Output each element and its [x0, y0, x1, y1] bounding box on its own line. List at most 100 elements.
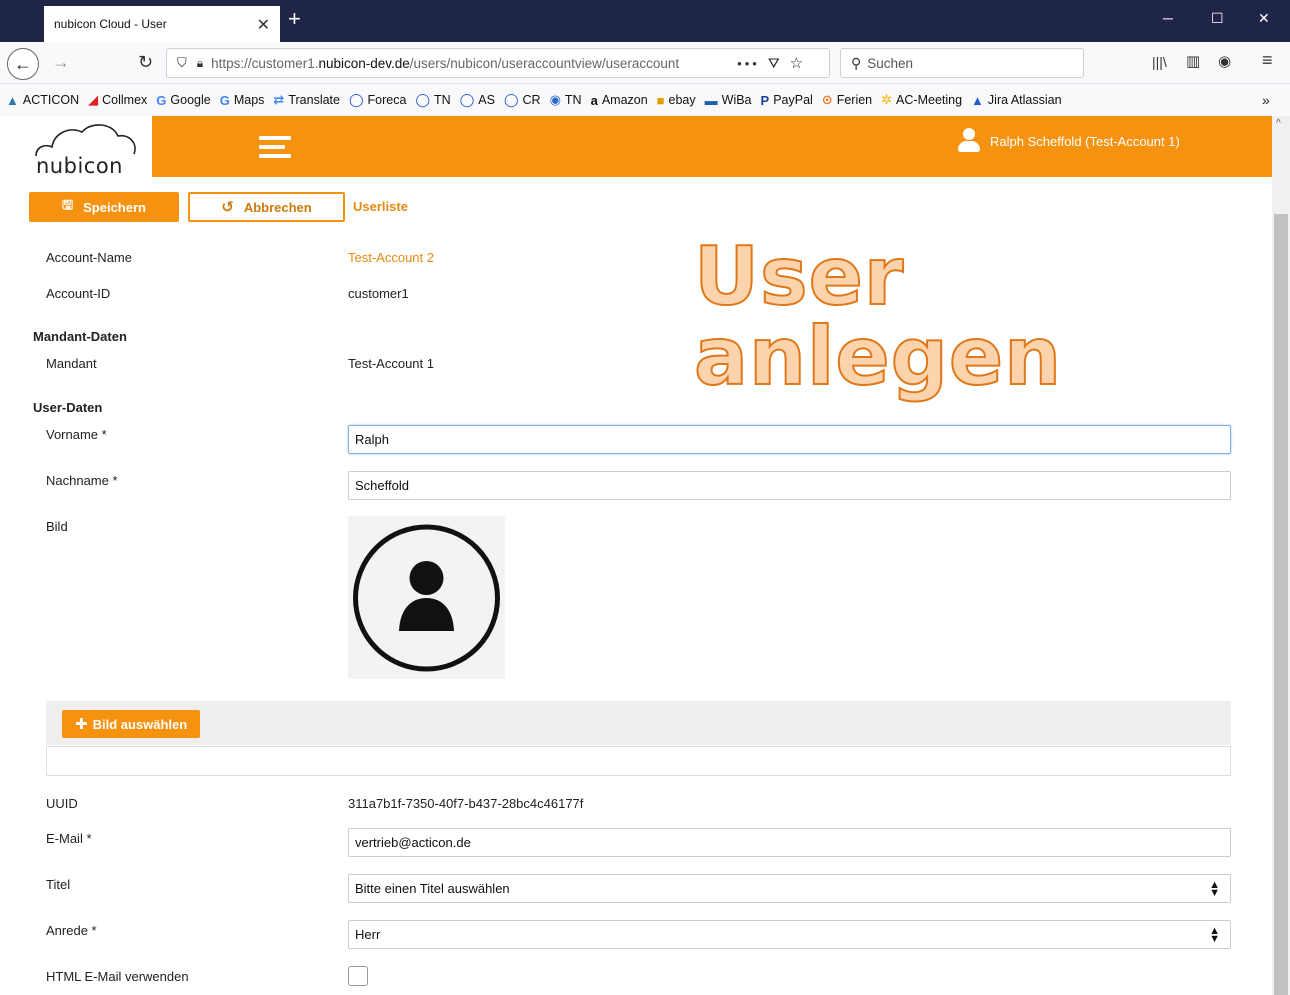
paypal-icon: P	[760, 92, 770, 108]
avatar-preview	[348, 516, 505, 679]
window-close-icon[interactable]: ✕	[1258, 10, 1270, 27]
mandant-value: Test-Account 1	[348, 356, 434, 371]
bookmark-item[interactable]: ▬ WiBa	[705, 93, 752, 108]
browser-tab[interactable]: nubicon Cloud - User ✕	[44, 6, 280, 42]
sidebar-icon[interactable]: ▥	[1186, 52, 1200, 70]
bookmark-label: Translate	[288, 93, 340, 107]
save-button[interactable]: 🖫︎ Speichern	[29, 192, 179, 222]
bookmark-item[interactable]: P PayPal	[761, 93, 813, 108]
select-arrows-icon: ▲ ▼	[1209, 879, 1220, 899]
circle-icon: ◯	[348, 92, 364, 107]
bookmark-label: AS	[478, 93, 495, 107]
translate-icon: ⇄	[273, 92, 285, 107]
bank-icon: ▬	[704, 92, 718, 108]
bookmark-item[interactable]: ⇄ Translate	[273, 92, 340, 108]
bookmark-label: ebay	[668, 93, 696, 107]
bookmark-star-icon[interactable]: ☆	[790, 54, 803, 72]
html-email-checkbox[interactable]	[348, 966, 368, 986]
bookmark-label: Ferien	[836, 93, 873, 107]
url-bar[interactable]: ⛉ 🔒︎ https://customer1.nubicon-dev.de/us…	[166, 48, 830, 78]
url-text: https://customer1.nubicon-dev.de/users/n…	[211, 55, 680, 71]
bookmarks-bar: ▲ ACTICON ◢ Collmex G Google G Maps ⇄ Translate ◯ F…	[0, 84, 1290, 116]
bookmark-item[interactable]: ■ ebay	[657, 93, 696, 108]
titel-select[interactable]: Bitte einen Titel auswählen ▲ ▼	[348, 874, 1231, 903]
new-tab-icon[interactable]: +	[288, 6, 301, 32]
bookmark-item[interactable]: ◉ TN	[550, 92, 582, 108]
bookmark-label: Foreca	[367, 93, 407, 107]
bookmark-label: PayPal	[773, 93, 813, 107]
globe-icon: ◉	[549, 92, 561, 107]
anrede-label: Anrede *	[46, 923, 97, 938]
scrollbar-thumb[interactable]	[1274, 214, 1288, 995]
bookmark-item[interactable]: G Google	[156, 93, 210, 108]
bookmark-item[interactable]: ▲ ACTICON	[6, 93, 79, 108]
select-image-button[interactable]: ✚ Bild auswählen	[62, 710, 201, 738]
user-name: Ralph Scheffold (Test-Account 1)	[990, 133, 1180, 149]
shield-icon: ⛉	[177, 55, 187, 70]
bookmark-label: Maps	[233, 93, 265, 107]
gear-icon: ✲	[881, 92, 893, 107]
amazon-icon: a	[590, 92, 598, 108]
bookmark-label: AC-Meeting	[896, 93, 963, 107]
hamburger-menu-icon[interactable]	[259, 136, 291, 158]
logo-text: nubicon	[36, 154, 123, 178]
bookmark-label: ACTICON	[22, 93, 80, 107]
bookmark-item[interactable]: ◯ CR	[504, 92, 541, 108]
cancel-button[interactable]: ↺ Abbrechen	[188, 192, 345, 222]
bookmark-item[interactable]: ◯ AS	[460, 92, 495, 108]
tab-close-icon[interactable]: ✕	[257, 15, 270, 35]
collmex-icon: ◢	[88, 92, 99, 107]
page-scrollbar[interactable]: ^	[1272, 116, 1290, 995]
app-header: nubicon Ralph Scheffold (Test-Account 1)	[20, 116, 1272, 178]
user-icon	[958, 128, 980, 154]
bookmark-label: TN	[564, 93, 582, 107]
mandant-section-title: Mandant-Daten	[33, 329, 127, 344]
back-icon[interactable]: ←	[7, 48, 39, 80]
search-icon: ⚲	[851, 54, 862, 71]
titel-label: Titel	[46, 877, 71, 892]
logo[interactable]: nubicon	[20, 116, 152, 178]
search-input[interactable]: ⚲ Suchen	[840, 48, 1084, 78]
bookmark-item[interactable]: ◯ TN	[415, 92, 450, 108]
library-icon[interactable]: |||\	[1152, 54, 1167, 70]
scroll-up-icon[interactable]: ^	[1276, 118, 1281, 129]
uuid-value: 311a7b1f-7350-40f7-b437-28bc4c46177f	[348, 796, 584, 811]
bookmark-item[interactable]: ✲ AC-Meeting	[881, 92, 962, 108]
account-id-value: customer1	[348, 286, 409, 301]
nachname-input[interactable]: Scheffold	[348, 471, 1231, 500]
bookmark-item[interactable]: ▲ Jira Atlassian	[971, 93, 1062, 108]
ferien-icon: ⊙	[821, 92, 833, 107]
userlist-link[interactable]: Userliste	[353, 199, 408, 214]
account-icon[interactable]: ◉	[1218, 52, 1231, 70]
anrede-select[interactable]: Herr ▲ ▼	[348, 920, 1231, 949]
maximize-icon[interactable]: ☐	[1211, 10, 1224, 27]
minimize-icon[interactable]: ─	[1163, 10, 1173, 26]
google-icon: G	[156, 92, 167, 108]
menu-icon[interactable]: ≡	[1262, 50, 1273, 71]
floppy-disk-icon: 🖫︎	[62, 197, 74, 212]
bookmark-item[interactable]: G Maps	[220, 93, 265, 108]
uuid-label: UUID	[46, 796, 78, 811]
bookmark-label: Amazon	[601, 93, 648, 107]
pocket-icon[interactable]: ⛛	[768, 55, 780, 72]
bookmark-item[interactable]: ◢ Collmex	[88, 92, 147, 108]
jira-icon: ▲	[971, 92, 984, 108]
bookmark-item[interactable]: ◯ Foreca	[349, 92, 406, 108]
select-arrows-icon: ▲ ▼	[1209, 925, 1220, 945]
forward-icon[interactable]: →	[52, 52, 70, 73]
page-actions-icon[interactable]: •••	[737, 56, 760, 71]
bookmark-item[interactable]: a Amazon	[591, 93, 648, 108]
browser-titlebar: nubicon Cloud - User ✕ + ─ ☐ ✕	[0, 0, 1290, 42]
bookmark-item[interactable]: ⊙ Ferien	[822, 92, 872, 108]
user-menu[interactable]: Ralph Scheffold (Test-Account 1)	[958, 128, 1180, 154]
page-title-overlay: User anlegen	[693, 230, 1063, 403]
image-file-field[interactable]	[46, 746, 1231, 776]
html-email-label: HTML E-Mail verwenden	[46, 969, 189, 984]
plus-icon: ✚	[75, 716, 88, 733]
reload-icon[interactable]: ↻	[138, 52, 153, 73]
bookmarks-overflow-icon[interactable]: »	[1262, 92, 1278, 108]
vorname-input[interactable]: Ralph	[348, 425, 1231, 454]
email-field[interactable]: vertrieb@acticon.de	[348, 828, 1231, 857]
bookmark-label: TN	[434, 93, 451, 107]
image-upload-bar: ✚ Bild auswählen	[46, 701, 1231, 745]
